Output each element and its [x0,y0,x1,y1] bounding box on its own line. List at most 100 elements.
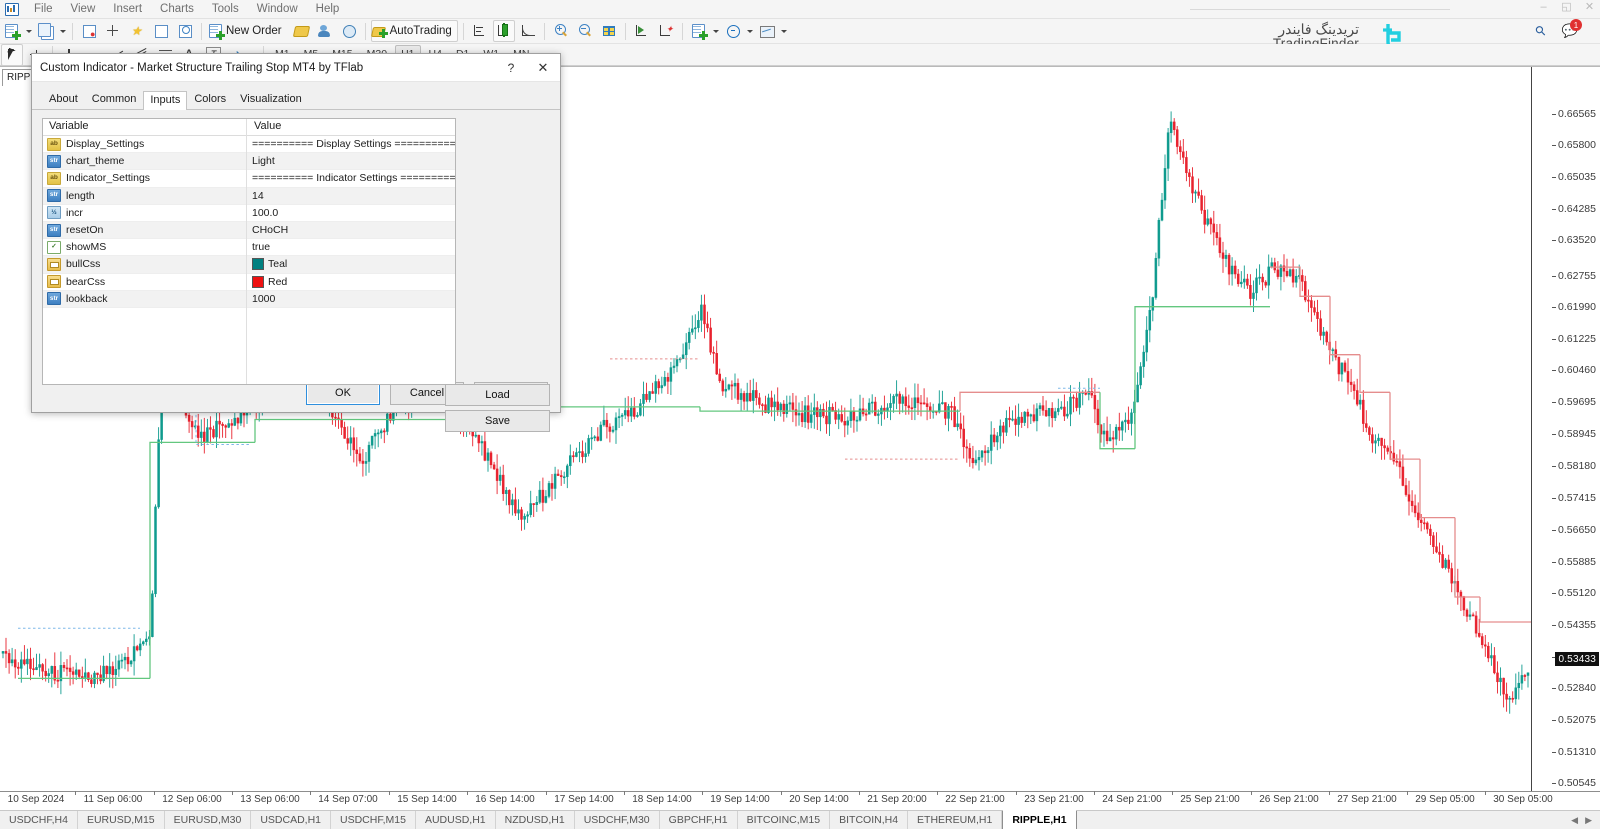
chart-tab[interactable]: USDCHF,H4 [0,811,78,829]
chart-tab[interactable]: ETHEREUM,H1 [908,811,1003,829]
parameters-grid[interactable]: Variable Value ab Display_Settings =======… [42,118,456,385]
bar-chart-button[interactable] [469,20,491,42]
load-button[interactable]: Load [445,384,550,406]
tab-prev-button[interactable]: ◀ [1571,815,1578,826]
tab-common[interactable]: Common [85,90,144,109]
parameter-row[interactable]: ✓ showMS true [43,239,455,257]
chart-tab[interactable]: NZDUSD,H1 [496,811,575,829]
minimize-button[interactable]: – [1537,0,1550,14]
parameter-value-cell[interactable]: CHoCH [246,224,455,236]
time-tick [624,791,625,795]
color-swatch [252,258,264,271]
new-chart-dropdown-icon[interactable] [26,29,32,33]
parameter-name: Display_Settings [66,138,145,151]
chart-tab[interactable]: BITCOIN,H4 [830,811,909,829]
parameter-row[interactable]: str lookback 1000 [43,290,455,308]
chart-shift-button[interactable] [598,20,620,42]
profiles-dropdown-icon[interactable] [60,29,66,33]
parameter-value-cell[interactable]: Red [246,275,455,288]
time-tick [859,791,860,795]
parameter-value-cell[interactable]: Teal [246,258,455,271]
indicators-button[interactable] [688,20,710,42]
zoom-in-button[interactable] [550,20,572,42]
tab-inputs[interactable]: Inputs [143,91,188,110]
time-label: 25 Sep 21:00 [1180,794,1240,805]
parameter-row[interactable]: str length 14 [43,187,455,205]
templates-button[interactable] [756,20,778,42]
menu-item-tools[interactable]: Tools [203,0,248,18]
data-window-button[interactable] [102,20,124,42]
candlestick-chart-button[interactable] [492,20,515,42]
parameter-value-cell[interactable]: true [246,241,455,253]
periodicity-dropdown-icon[interactable] [746,29,753,33]
expert-advisors-button[interactable] [290,20,312,42]
price-axis[interactable]: 0.66565 0.65800 0.65035 0.64285 0.63520 0.627… [1531,67,1600,791]
menu-item-file[interactable]: File [25,0,62,18]
help-button[interactable]: ? [496,61,526,75]
time-label: 19 Sep 14:00 [710,794,770,805]
parameter-row[interactable]: bullCss Teal [43,256,455,274]
signals-button[interactable] [338,20,360,42]
chart-shift-toggle-button[interactable]: ✦ [655,20,677,42]
parameter-row[interactable]: bearCss Red [43,274,455,291]
menu-item-window[interactable]: Window [248,0,307,18]
chart-tab[interactable]: BITCOINC,M15 [738,811,831,829]
time-label: 14 Sep 07:00 [318,794,378,805]
notifications-icon[interactable]: 💬 1 [1562,19,1582,39]
time-label: 11 Sep 06:00 [83,794,143,805]
periodicity-button[interactable] [722,20,744,42]
parameter-value-cell[interactable]: 14 [246,190,455,202]
chart-tab[interactable]: USDCAD,H1 [251,811,331,829]
parameter-value-cell[interactable]: 100.0 [246,207,455,219]
parameter-value-cell[interactable]: ========== Indicator Settings ========== [246,172,455,184]
tab-about[interactable]: About [42,90,85,109]
menu-item-insert[interactable]: Insert [104,0,151,18]
time-tick [702,791,703,795]
chart-tab[interactable]: GBPCHF,H1 [660,811,738,829]
save-button[interactable]: Save [445,410,550,432]
profiles-button[interactable] [35,20,57,42]
parameter-value-cell[interactable]: ========== Display Settings ========== [246,138,455,150]
parameter-value-cell[interactable]: Light [246,155,455,167]
close-button[interactable]: ✕ [1583,0,1596,14]
menu-item-charts[interactable]: Charts [151,0,203,18]
parameter-row[interactable]: ab Display_Settings ========== Display Set… [43,136,455,154]
menu-item-help[interactable]: Help [307,0,349,18]
chart-tab[interactable]: AUDUSD,H1 [416,811,496,829]
chart-tab[interactable]: RIPPLE,H1 [1002,810,1077,829]
tab-next-button[interactable]: ▶ [1585,815,1592,826]
terminal-button[interactable] [150,20,172,42]
chart-tab[interactable]: USDCHF,M15 [331,811,416,829]
parameter-row[interactable]: ab Indicator_Settings ========== Indicator… [43,170,455,188]
parameter-value-cell[interactable]: 1000 [246,293,455,305]
chart-tab[interactable]: EURUSD,M30 [165,811,252,829]
search-icon[interactable]: ⚲ [1532,22,1550,40]
line-chart-button[interactable] [517,20,539,42]
autotrading-button[interactable]: AutoTrading [370,20,458,42]
zoom-out-button[interactable] [574,20,596,42]
tab-visualization[interactable]: Visualization [233,90,309,109]
tab-colors[interactable]: Colors [187,90,233,109]
indicators-dropdown-icon[interactable] [712,29,719,33]
parameter-value: Teal [268,258,288,271]
mql5-community-button[interactable] [314,20,336,42]
restore-button[interactable]: ◱ [1560,0,1573,14]
menu-item-view[interactable]: View [62,0,105,18]
templates-dropdown-icon[interactable] [780,29,787,33]
chart-tab[interactable]: EURUSD,M15 [78,811,165,829]
strategy-tester-button[interactable] [174,20,196,42]
custom-indicator-dialog[interactable]: Custom Indicator - Market Structure Trai… [31,53,561,432]
navigator-button[interactable]: ★ [126,20,148,42]
parameter-row[interactable]: str resetOn CHoCH [43,221,455,240]
chart-tab[interactable]: USDCHF,M30 [575,811,660,829]
cursor-tool-button[interactable] [1,43,23,66]
time-tick [1016,791,1017,795]
market-watch-button[interactable]: ● [78,20,100,42]
dialog-close-button[interactable]: ✕ [526,60,560,76]
parameter-row[interactable]: ½ incr 100.0 [43,205,455,222]
parameter-row[interactable]: str chart_theme Light [43,153,455,171]
time-axis: 10 Sep 2024 11 Sep 06:00 12 Sep 06:00 13 Se… [0,791,1600,810]
auto-scroll-button[interactable] [631,20,653,42]
new-order-button[interactable]: New Order [207,20,288,42]
new-chart-button[interactable] [1,20,23,42]
